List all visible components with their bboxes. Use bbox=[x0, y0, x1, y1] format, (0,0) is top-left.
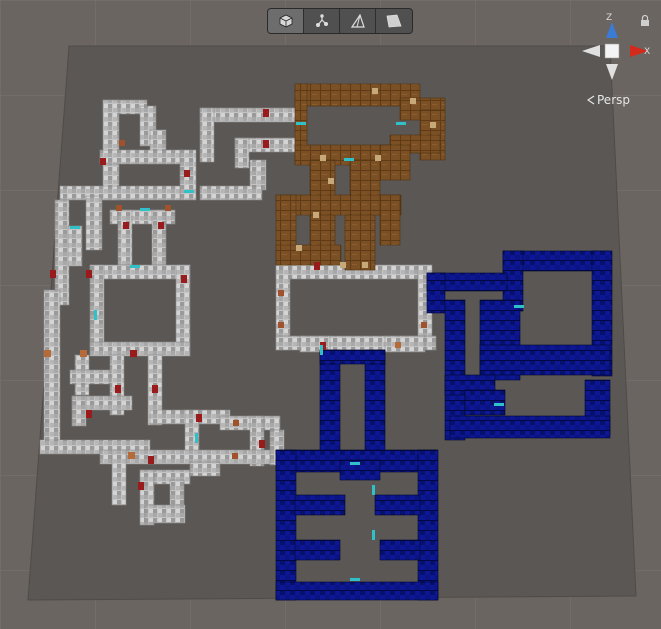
gizmo-x-label: X bbox=[644, 47, 650, 57]
nodes-icon bbox=[315, 14, 328, 27]
orientation-gizmo[interactable]: Z X bbox=[578, 8, 653, 92]
scene-view[interactable] bbox=[0, 0, 661, 629]
neg-z-axis-cone bbox=[606, 64, 618, 80]
scene-toolbar bbox=[268, 9, 412, 33]
wireframe-mode-button[interactable] bbox=[304, 9, 340, 33]
z-axis-cone bbox=[606, 22, 618, 38]
shaded-mode-button[interactable] bbox=[268, 9, 304, 33]
projection-toggle[interactable]: Persp bbox=[587, 93, 630, 107]
projection-label: Persp bbox=[597, 93, 630, 107]
neg-x-axis-cone bbox=[582, 45, 600, 57]
gizmo-center-cube bbox=[604, 43, 620, 59]
shaded-wireframe-mode-button[interactable] bbox=[340, 9, 376, 33]
chevron-left-icon bbox=[587, 95, 595, 105]
triangle-icon bbox=[350, 14, 365, 28]
plane-icon bbox=[386, 14, 402, 28]
texture-mode-button[interactable] bbox=[376, 9, 412, 33]
cube-icon bbox=[279, 14, 292, 28]
gizmo-z-label: Z bbox=[606, 13, 612, 23]
